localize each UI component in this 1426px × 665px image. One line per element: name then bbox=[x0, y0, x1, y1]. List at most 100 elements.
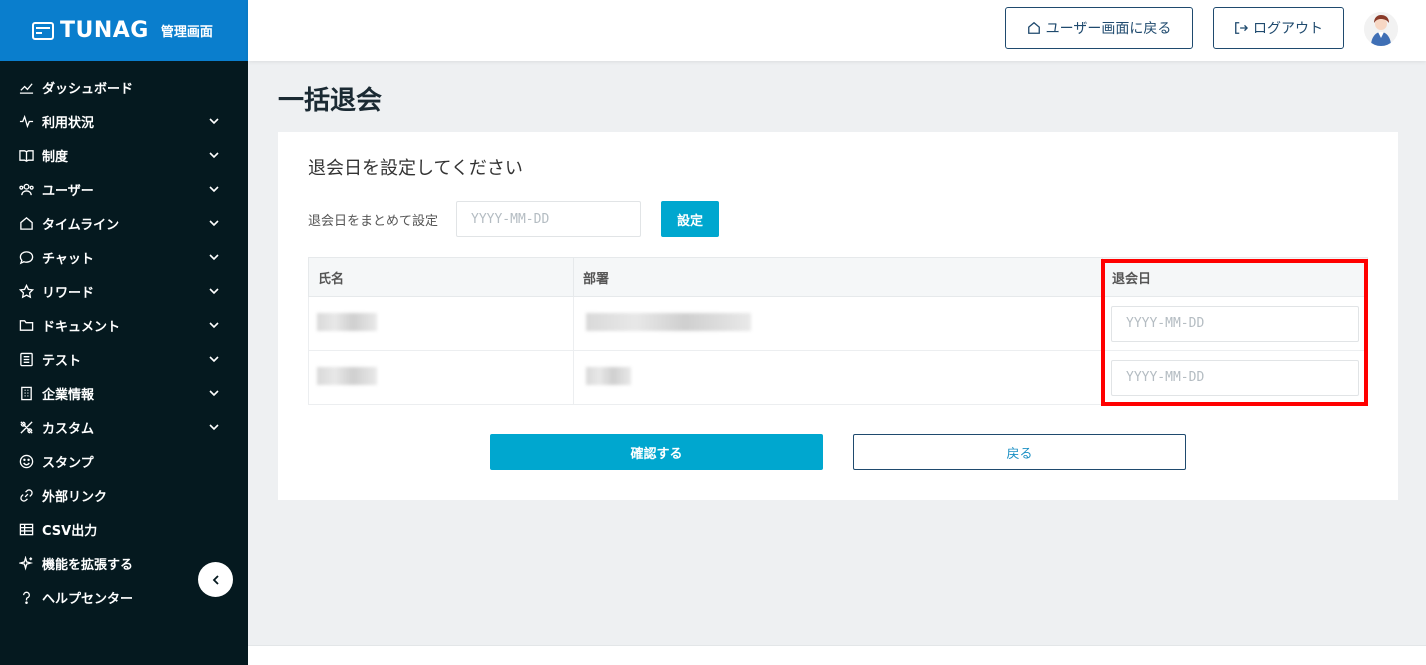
sidebar-item-users[interactable]: ユーザー bbox=[0, 172, 248, 206]
sidebar-item-external-link[interactable]: 外部リンク bbox=[0, 478, 248, 512]
sidebar-item-stamp[interactable]: スタンプ bbox=[0, 444, 248, 478]
set-button[interactable]: 設定 bbox=[661, 201, 719, 237]
sidebar-item-custom[interactable]: カスタム bbox=[0, 410, 248, 444]
top-header: ユーザー画面に戻る ログアウト bbox=[248, 0, 1426, 61]
confirm-button[interactable]: 確認する bbox=[490, 434, 823, 470]
bulk-date-input[interactable] bbox=[456, 201, 641, 237]
withdrawal-date-input[interactable] bbox=[1111, 359, 1359, 396]
sparkle-icon bbox=[18, 555, 34, 571]
column-header-name: 氏名 bbox=[308, 257, 574, 297]
sidebar-item-label: カスタム bbox=[42, 421, 95, 437]
chevron-down-icon bbox=[209, 186, 219, 193]
home-icon bbox=[1027, 21, 1040, 34]
sidebar-item-label: 制度 bbox=[42, 149, 69, 165]
withdrawal-date-cell bbox=[1102, 296, 1368, 351]
chevron-down-icon bbox=[209, 288, 219, 295]
sidebar-nav: ダッシュボード 利用状況 制度 ユーザー タイムライン チャット リワード ドキ… bbox=[0, 70, 248, 614]
sidebar-item-reward[interactable]: リワード bbox=[0, 274, 248, 308]
building-icon bbox=[18, 385, 34, 401]
users-icon bbox=[18, 181, 34, 197]
footer bbox=[248, 645, 1426, 665]
home-icon bbox=[18, 215, 34, 231]
member-department-cell bbox=[573, 350, 1103, 405]
back-button[interactable]: 戻る bbox=[853, 434, 1186, 470]
sidebar-item-label: チャット bbox=[42, 251, 94, 267]
members-table: 氏名 部署 退会日 bbox=[308, 257, 1368, 405]
chevron-down-icon bbox=[209, 424, 219, 431]
folder-icon bbox=[18, 317, 34, 333]
sidebar-item-label: ダッシュボード bbox=[42, 81, 134, 97]
star-icon bbox=[18, 283, 34, 299]
chevron-down-icon bbox=[209, 322, 219, 329]
sidebar-item-label: CSV出力 bbox=[42, 523, 98, 539]
sidebar-collapse-button[interactable] bbox=[198, 562, 233, 597]
chevron-down-icon bbox=[209, 254, 219, 261]
sidebar-item-csv[interactable]: CSV出力 bbox=[0, 512, 248, 546]
chevron-down-icon bbox=[209, 390, 219, 397]
tools-icon bbox=[18, 419, 34, 435]
avatar[interactable] bbox=[1364, 12, 1398, 46]
chevron-left-icon bbox=[212, 574, 219, 585]
sidebar-item-label: リワード bbox=[42, 285, 95, 301]
member-name-cell bbox=[308, 296, 574, 351]
chart-icon bbox=[18, 79, 34, 95]
sidebar-item-label: ドキュメント bbox=[42, 319, 121, 335]
member-name-cell bbox=[308, 350, 574, 405]
redacted-department bbox=[586, 366, 631, 385]
brand-name: TUNAG bbox=[60, 18, 149, 43]
table-row bbox=[308, 296, 1368, 351]
logout-label: ログアウト bbox=[1253, 20, 1323, 36]
help-icon bbox=[18, 589, 34, 605]
checklist-icon bbox=[18, 351, 34, 367]
sidebar-item-label: 企業情報 bbox=[42, 387, 95, 403]
sidebar-item-dashboard[interactable]: ダッシュボード bbox=[0, 70, 248, 104]
member-department-cell bbox=[573, 296, 1103, 351]
sidebar-item-label: テスト bbox=[42, 353, 82, 369]
brand-subtitle: 管理画面 bbox=[160, 25, 213, 40]
chevron-down-icon bbox=[209, 220, 219, 227]
column-header-department: 部署 bbox=[573, 257, 1103, 297]
sidebar-item-company[interactable]: 企業情報 bbox=[0, 376, 248, 410]
chat-icon bbox=[18, 249, 34, 265]
sidebar-item-label: ユーザー bbox=[42, 183, 94, 199]
redacted-department bbox=[586, 312, 751, 331]
sidebar-item-label: 外部リンク bbox=[42, 489, 108, 505]
chevron-down-icon bbox=[209, 118, 219, 125]
sidebar-item-label: 利用状況 bbox=[42, 115, 95, 131]
link-icon bbox=[18, 487, 34, 503]
table-icon bbox=[18, 521, 34, 537]
chevron-down-icon bbox=[209, 152, 219, 159]
sidebar-item-usage[interactable]: 利用状況 bbox=[0, 104, 248, 138]
sidebar-item-label: ヘルプセンター bbox=[42, 591, 134, 607]
bulk-withdrawal-card: 退会日を設定してください 退会日をまとめて設定 設定 氏名 部署 退会日 確認す… bbox=[278, 132, 1398, 500]
avatar-illustration-icon bbox=[1364, 12, 1398, 46]
sidebar-item-test[interactable]: テスト bbox=[0, 342, 248, 376]
bulk-date-label: 退会日をまとめて設定 bbox=[308, 214, 439, 229]
user-screen-label: ユーザー画面に戻る bbox=[1045, 20, 1172, 36]
redacted-name bbox=[317, 312, 377, 331]
withdrawal-date-cell bbox=[1102, 350, 1368, 405]
pulse-icon bbox=[18, 113, 34, 129]
page-title: 一括退会 bbox=[278, 86, 383, 116]
smile-icon bbox=[18, 453, 34, 469]
table-row bbox=[308, 350, 1368, 405]
column-header-withdrawal-date: 退会日 bbox=[1102, 257, 1368, 297]
user-screen-button[interactable]: ユーザー画面に戻る bbox=[1005, 7, 1193, 49]
sidebar-item-document[interactable]: ドキュメント bbox=[0, 308, 248, 342]
brand-bar[interactable]: TUNAG 管理画面 bbox=[0, 0, 248, 61]
sidebar-item-system[interactable]: 制度 bbox=[0, 138, 248, 172]
table-header-row: 氏名 部署 退会日 bbox=[308, 257, 1368, 297]
redacted-name bbox=[317, 366, 377, 385]
sidebar: TUNAG 管理画面 ダッシュボード 利用状況 制度 ユーザー タイムライン チ… bbox=[0, 0, 248, 665]
book-icon bbox=[18, 147, 34, 163]
form-heading: 退会日を設定してください bbox=[308, 158, 523, 179]
sidebar-item-timeline[interactable]: タイムライン bbox=[0, 206, 248, 240]
sidebar-item-label: 機能を拡張する bbox=[42, 557, 134, 573]
chevron-down-icon bbox=[209, 356, 219, 363]
sidebar-item-chat[interactable]: チャット bbox=[0, 240, 248, 274]
logout-button[interactable]: ログアウト bbox=[1213, 7, 1344, 49]
sidebar-item-label: スタンプ bbox=[42, 455, 94, 471]
withdrawal-date-input[interactable] bbox=[1111, 305, 1359, 342]
logout-icon bbox=[1235, 22, 1248, 34]
sidebar-item-label: タイムライン bbox=[42, 217, 120, 233]
